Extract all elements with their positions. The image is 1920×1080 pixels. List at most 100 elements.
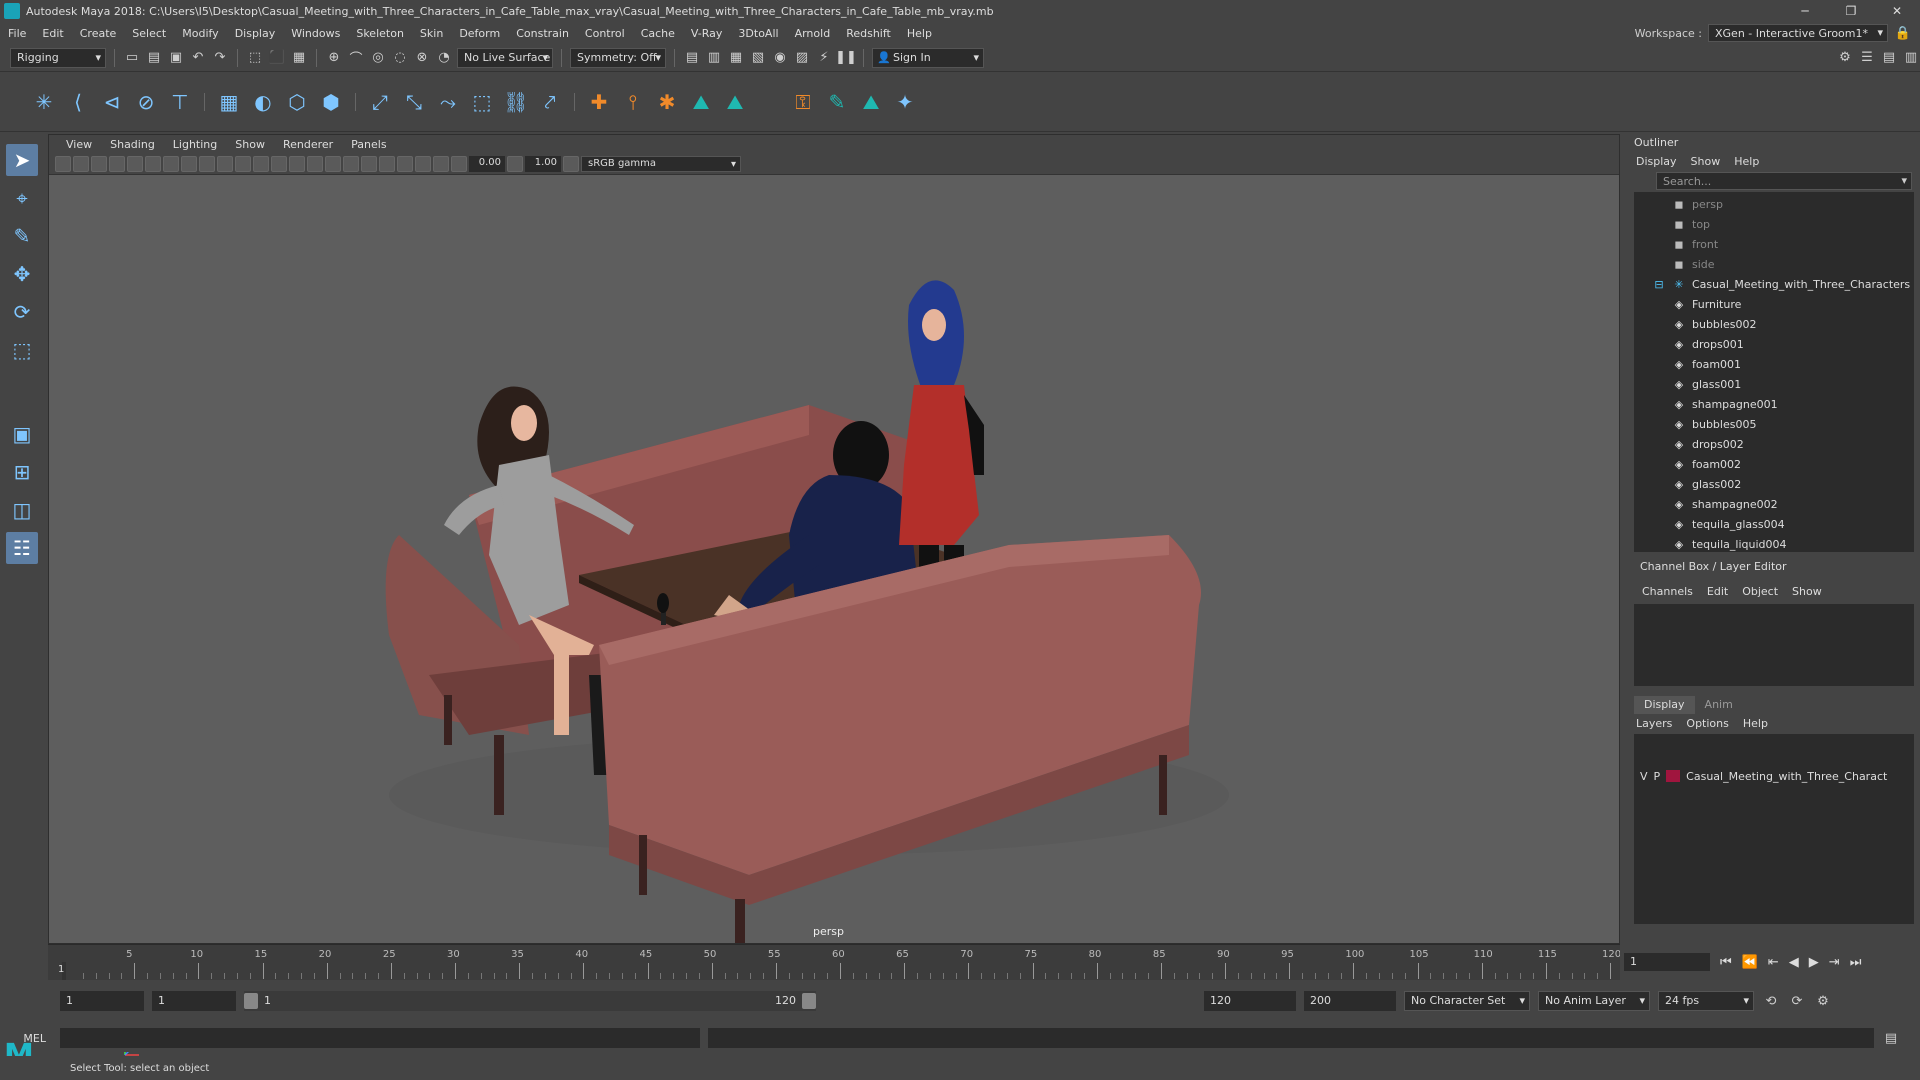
play-forward-icon[interactable]: ▶ (1809, 955, 1819, 970)
outliner-item-child[interactable]: ◈ shampagne002 (1634, 494, 1914, 514)
menu-edit[interactable]: Edit (34, 27, 71, 40)
new-scene-icon[interactable]: ▭ (123, 49, 141, 67)
collapse-icon[interactable]: ⊟ (1652, 278, 1666, 291)
outliner-layout-icon[interactable]: ☷ (6, 532, 38, 564)
anim-layer-dropdown[interactable]: No Anim Layer (1538, 991, 1650, 1011)
ipr-render-icon[interactable]: ▦ (727, 49, 745, 67)
render-settings-icon[interactable]: ▧ (749, 49, 767, 67)
rotate-tool-icon[interactable]: ⟳ (6, 296, 38, 328)
redo-icon[interactable]: ↷ (211, 49, 229, 67)
outliner-item-child[interactable]: ◈ drops001 (1634, 334, 1914, 354)
current-frame-field[interactable]: 1 (1624, 953, 1710, 971)
layer-row[interactable]: V P Casual_Meeting_with_Three_Charact (1640, 768, 1887, 784)
isolate-select-icon[interactable] (379, 155, 395, 172)
auto-key-icon[interactable]: ⟳ (1788, 992, 1806, 1010)
lattice-icon[interactable]: ▦ (215, 88, 243, 116)
pause-icon[interactable]: ❚❚ (835, 49, 857, 67)
live-surface-dropdown[interactable]: No Live Surface (457, 47, 553, 68)
textured-icon[interactable] (271, 155, 287, 172)
outliner-item-child[interactable]: ◈ tequila_glass004 (1634, 514, 1914, 534)
backface-icon[interactable] (433, 155, 449, 172)
character-set-dropdown[interactable]: No Character Set (1404, 991, 1530, 1011)
outliner-menu-display[interactable]: Display (1636, 155, 1677, 168)
range-start-handle[interactable] (244, 993, 258, 1009)
bookmark-icon[interactable] (91, 155, 107, 172)
anti-alias-icon[interactable] (361, 155, 377, 172)
layer-playback-toggle[interactable]: P (1654, 770, 1661, 783)
lights-icon[interactable] (289, 155, 305, 172)
playback-start-field[interactable]: 1 (152, 991, 236, 1011)
outliner-item-child[interactable]: ◈ glass002 (1634, 474, 1914, 494)
aim-constraint-icon[interactable]: ⤳ (434, 88, 462, 116)
two-view-icon[interactable]: ◫ (6, 494, 38, 526)
menu-constrain[interactable]: Constrain (508, 27, 577, 40)
outliner-item-front[interactable]: ◼ front (1634, 234, 1914, 254)
range-slider[interactable]: 1 120 (244, 991, 816, 1011)
gamma-field[interactable]: 1.00 (525, 155, 561, 172)
outliner-item-persp[interactable]: ◼ persp (1634, 194, 1914, 214)
undo-icon[interactable]: ↶ (189, 49, 207, 67)
move-tool-icon[interactable]: ✥ (6, 258, 38, 290)
quick-rig-icon[interactable]: ⛰ (687, 88, 715, 116)
wrap-icon[interactable]: ⬡ (283, 88, 311, 116)
snap-point-icon[interactable]: ◎ (369, 49, 387, 67)
script-editor-icon[interactable]: ▤ (1882, 1029, 1900, 1047)
loop-icon[interactable]: ⟲ (1762, 992, 1780, 1010)
menu-3dtoall[interactable]: 3DtoAll (730, 27, 786, 40)
channel-box-icon[interactable]: ▥ (1902, 49, 1920, 67)
save-scene-icon[interactable]: ▣ (167, 49, 185, 67)
colorspace-dropdown[interactable]: sRGB gamma (581, 155, 741, 172)
outliner-item-group[interactable]: ⊟ ✳ Casual_Meeting_with_Three_Characters (1634, 274, 1914, 294)
color-management-icon[interactable] (563, 155, 579, 172)
snap-curve-icon[interactable]: ⌒ (347, 49, 365, 67)
snap-surface-icon[interactable]: ⊗ (413, 49, 431, 67)
outliner-item-child[interactable]: ◈ foam001 (1634, 354, 1914, 374)
command-input[interactable] (60, 1028, 700, 1048)
outliner-menu-show[interactable]: Show (1691, 155, 1721, 168)
safe-action-icon[interactable] (217, 155, 233, 172)
layer-menu-help[interactable]: Help (1743, 717, 1768, 730)
xray-icon[interactable] (397, 155, 413, 172)
menu-redshift[interactable]: Redshift (838, 27, 899, 40)
time-slider[interactable]: 5 10 15 20 25 30 35 40 45 50 55 60 65 70 75 80 85 90 95 100… (48, 944, 1621, 980)
cb-menu-channels[interactable]: Channels (1642, 585, 1693, 598)
attribute-editor-icon[interactable]: ☰ (1858, 49, 1876, 67)
playback-end-field[interactable]: 120 (1204, 991, 1296, 1011)
tool-settings-icon[interactable]: ▤ (1880, 49, 1898, 67)
exposure-field[interactable]: 0.00 (469, 155, 505, 172)
snap-grid-icon[interactable]: ⊕ (325, 49, 343, 67)
menu-modify[interactable]: Modify (174, 27, 226, 40)
menu-file[interactable]: File (0, 27, 34, 40)
sculpt-icon[interactable]: ⬢ (317, 88, 345, 116)
tab-display[interactable]: Display (1634, 696, 1695, 714)
outliner-item-child[interactable]: ◈ drops002 (1634, 434, 1914, 454)
point-constraint-icon[interactable]: ⤢ (366, 88, 394, 116)
scene-view[interactable] (49, 175, 1619, 943)
layer-list[interactable]: V P Casual_Meeting_with_Three_Charact (1634, 734, 1914, 924)
layer-menu-options[interactable]: Options (1686, 717, 1728, 730)
field-chart-icon[interactable] (199, 155, 215, 172)
menu-select[interactable]: Select (124, 27, 174, 40)
symmetry-dropdown[interactable]: Symmetry: Off (570, 47, 666, 68)
outliner-item-child[interactable]: ◈ shampagne001 (1634, 394, 1914, 414)
vp-menu-show[interactable]: Show (226, 138, 274, 151)
outliner-item-child[interactable]: ◈ foam002 (1634, 454, 1914, 474)
menu-deform[interactable]: Deform (451, 27, 508, 40)
paint-tool-icon[interactable]: ✎ (823, 88, 851, 116)
fps-dropdown[interactable]: 24 fps (1658, 991, 1754, 1011)
menu-display[interactable]: Display (227, 27, 284, 40)
select-component-icon[interactable]: ▦ (290, 49, 308, 67)
maximize-button[interactable]: ❐ (1828, 4, 1874, 18)
vp-menu-lighting[interactable]: Lighting (164, 138, 226, 151)
snap-view-icon[interactable]: ◌ (391, 49, 409, 67)
smooth-shade-icon[interactable] (253, 155, 269, 172)
cb-menu-edit[interactable]: Edit (1707, 585, 1728, 598)
render-view-icon[interactable]: ▨ (793, 49, 811, 67)
menu-vray[interactable]: V-Ray (683, 27, 731, 40)
mirror-joint-icon[interactable]: ⫯ (619, 88, 647, 116)
lock-icon[interactable]: 🔒 (1894, 24, 1912, 42)
paint-select-icon[interactable]: ✎ (6, 220, 38, 252)
bind-skin-icon[interactable]: ⊘ (132, 88, 160, 116)
menu-help[interactable]: Help (899, 27, 940, 40)
cb-menu-object[interactable]: Object (1742, 585, 1778, 598)
